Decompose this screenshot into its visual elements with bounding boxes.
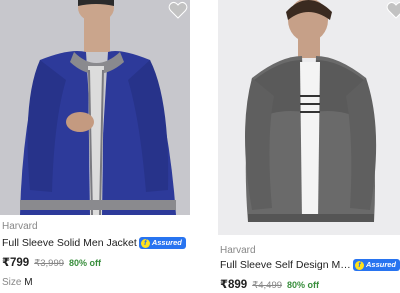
assured-label: Assured [365, 260, 396, 269]
discount-label: 80% off [69, 258, 102, 268]
selling-price: ₹799 [2, 257, 30, 269]
assured-label: Assured [151, 238, 182, 247]
flipkart-f-icon: f [140, 238, 150, 248]
discount-label: 80% off [287, 280, 320, 290]
size-value: M [24, 277, 33, 288]
product-title-row[interactable]: Full Sleeve Solid Men Jacket f Assured [2, 236, 186, 250]
heart-icon[interactable] [386, 1, 400, 19]
product-title[interactable]: Full Sleeve Solid Men Jacket [2, 237, 137, 249]
product-title[interactable]: Full Sleeve Self Design Men... [220, 259, 351, 271]
price-row: ₹799 ₹3,999 80% off [2, 255, 101, 269]
product-image-2[interactable] [218, 0, 400, 235]
heart-icon[interactable] [168, 1, 188, 19]
size-label: Size [2, 277, 22, 288]
price-row: ₹899 ₹4,499 80% off [220, 277, 319, 291]
product-brand: Harvard [220, 245, 256, 256]
original-price: ₹3,999 [34, 258, 65, 269]
product-brand: Harvard [2, 221, 38, 232]
assured-badge: f Assured [138, 237, 186, 249]
selling-price: ₹899 [220, 279, 248, 291]
size-info: Size M [2, 277, 33, 288]
original-price: ₹4,499 [252, 280, 283, 291]
product-image-1[interactable] [0, 0, 190, 215]
assured-badge: f Assured [352, 259, 400, 271]
product-title-row[interactable]: Full Sleeve Self Design Men... f Assured [220, 258, 400, 272]
flipkart-f-icon: f [354, 260, 364, 270]
